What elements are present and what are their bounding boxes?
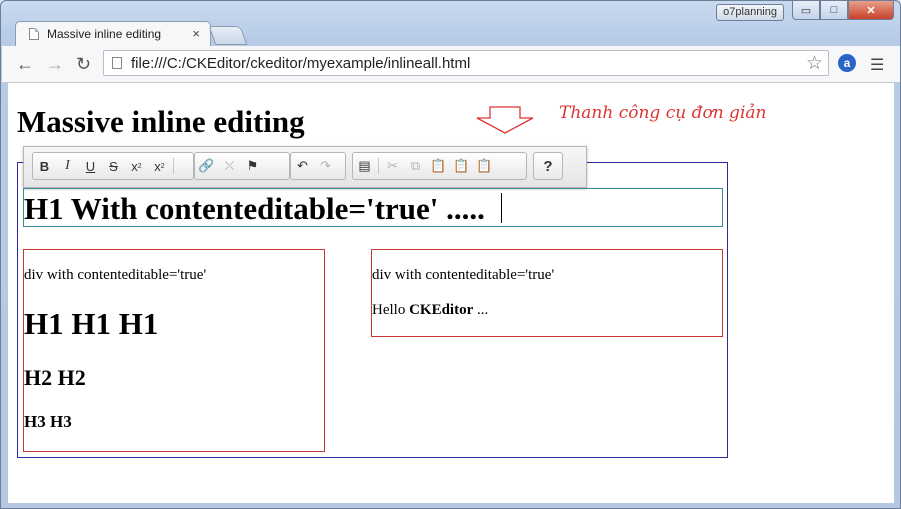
copy-icon[interactable]: ⧉ xyxy=(404,155,427,177)
ckeditor-bold-text[interactable]: CKEditor xyxy=(409,302,473,318)
profile-label[interactable]: o7planning xyxy=(716,4,784,21)
ellipsis-text[interactable]: ... xyxy=(473,302,488,318)
forward-arrow-icon[interactable]: → xyxy=(46,54,64,75)
left-div-label[interactable]: div with contenteditable='true' xyxy=(24,267,206,284)
cut-icon[interactable]: ✂ xyxy=(381,155,404,177)
left-div-h1[interactable]: H1 H1 H1 xyxy=(24,306,158,342)
help-group: ? xyxy=(533,152,563,180)
italic-icon[interactable]: I xyxy=(56,155,79,177)
window-controls: ▭ □ ✕ xyxy=(792,1,894,20)
tab-close-icon[interactable]: × xyxy=(192,26,200,41)
browser-toolbar: ← → ↻ file:///C:/CKEditor/ckeditor/myexa… xyxy=(2,46,900,83)
undo-icon[interactable]: ↶ xyxy=(291,155,314,177)
back-arrow-icon[interactable]: ← xyxy=(16,54,34,75)
help-icon[interactable]: ? xyxy=(537,155,560,177)
right-div-label[interactable]: div with contenteditable='true' xyxy=(372,267,554,284)
superscript-icon[interactable]: x2 xyxy=(148,155,171,177)
url-text[interactable]: file:///C:/CKEditor/ckeditor/myexample/i… xyxy=(131,55,470,72)
page-favicon-icon xyxy=(29,28,39,40)
subscript-icon[interactable]: x2 xyxy=(125,155,148,177)
minimize-button[interactable]: ▭ xyxy=(792,1,820,20)
maximize-button[interactable]: □ xyxy=(820,1,848,20)
extension-icon[interactable]: a xyxy=(838,54,856,72)
menu-icon[interactable]: ☰ xyxy=(870,55,884,75)
strike-icon[interactable]: S xyxy=(102,155,125,177)
right-editable-div[interactable]: div with contenteditable='true' Hello CK… xyxy=(371,249,723,337)
undo-group: ↶ ↷ xyxy=(290,152,346,180)
separator xyxy=(378,158,379,174)
separator xyxy=(173,158,174,174)
browser-window: o7planning ▭ □ ✕ Massive inline editing … xyxy=(0,0,901,509)
h1-editable-text[interactable]: H1 With contenteditable='true' ..... xyxy=(24,191,485,227)
address-bar[interactable]: file:///C:/CKEditor/ckeditor/myexample/i… xyxy=(103,50,829,76)
redo-icon[interactable]: ↷ xyxy=(314,155,337,177)
close-window-button[interactable]: ✕ xyxy=(848,1,894,20)
links-group: 🔗 ⛌ ⚑ xyxy=(194,152,290,180)
underline-icon[interactable]: U xyxy=(79,155,102,177)
basic-styles-group: B I U S x2 x2 xyxy=(32,152,194,180)
tab-title: Massive inline editing xyxy=(47,27,162,41)
new-tab-button[interactable] xyxy=(208,26,248,45)
down-arrow-icon xyxy=(476,106,534,134)
paste-word-icon[interactable]: 📋 xyxy=(473,155,496,177)
link-icon[interactable]: 🔗 xyxy=(195,155,218,177)
left-div-h2[interactable]: H2 H2 xyxy=(24,365,86,391)
paste-text-icon[interactable]: 📋 xyxy=(450,155,473,177)
ckeditor-toolbar: B I U S x2 x2 🔗 ⛌ ⚑ ↶ ↷ ▤ ✂ ⧉ 📋 📋 📋 ? xyxy=(23,146,587,188)
unlink-icon[interactable]: ⛌ xyxy=(218,155,241,177)
left-div-h3[interactable]: H3 H3 xyxy=(24,412,72,432)
bold-icon[interactable]: B xyxy=(33,155,56,177)
browser-tab[interactable]: Massive inline editing × xyxy=(15,21,211,46)
paste-icon[interactable]: 📋 xyxy=(427,155,450,177)
page-title: Massive inline editing xyxy=(17,104,305,139)
h1-editable[interactable]: H1 With contenteditable='true' ..... xyxy=(23,188,723,227)
annotation-text: Thanh công cụ đơn giản xyxy=(559,103,767,123)
left-editable-div[interactable]: div with contenteditable='true' H1 H1 H1… xyxy=(23,249,325,452)
text-caret xyxy=(501,193,502,223)
source-icon[interactable]: ▤ xyxy=(353,155,376,177)
bookmark-star-icon[interactable]: ☆ xyxy=(806,52,823,75)
clipboard-group: ▤ ✂ ⧉ 📋 📋 📋 xyxy=(352,152,527,180)
right-div-paragraph[interactable]: Hello CKEditor ... xyxy=(372,302,488,319)
page-content: Massive inline editing Thanh công cụ đơn… xyxy=(8,83,894,503)
anchor-icon[interactable]: ⚑ xyxy=(241,155,264,177)
hello-text[interactable]: Hello xyxy=(372,302,409,318)
reload-icon[interactable]: ↻ xyxy=(76,54,91,75)
page-icon xyxy=(112,57,122,69)
